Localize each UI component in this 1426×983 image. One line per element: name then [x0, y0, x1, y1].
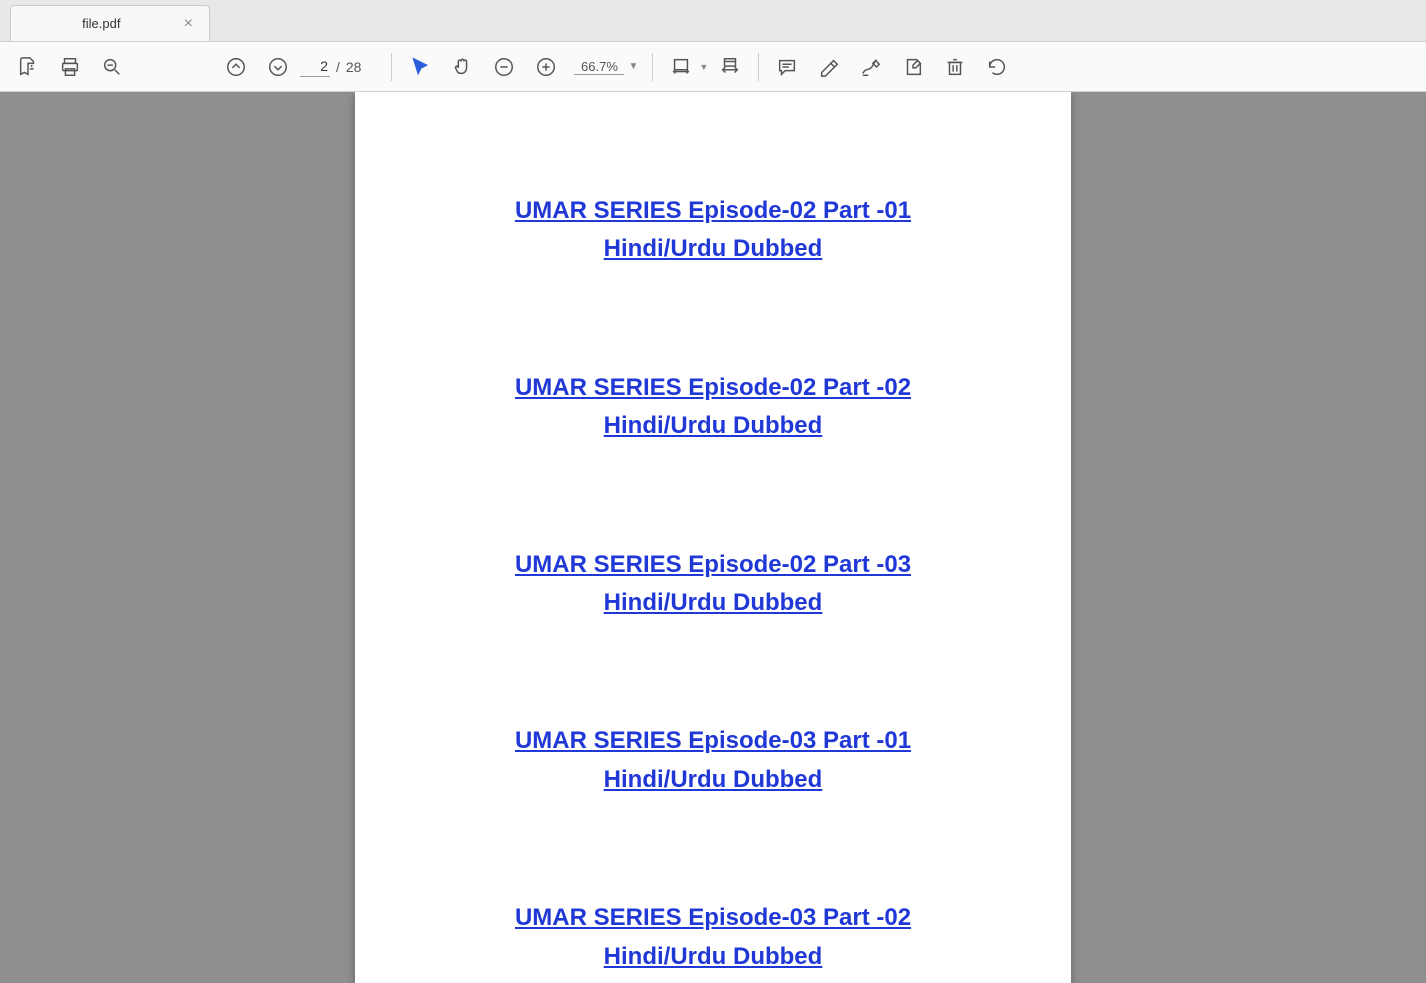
page-number-input[interactable]: [300, 56, 330, 77]
link-item: UMAR SERIES Episode-03 Part -01 Hindi/Ur…: [395, 722, 1031, 799]
reflow-icon[interactable]: [710, 47, 750, 87]
document-link[interactable]: UMAR SERIES Episode-03 Part -01 Hindi/Ur…: [515, 727, 911, 792]
link-line2: Hindi/Urdu Dubbed: [604, 766, 823, 793]
document-link[interactable]: UMAR SERIES Episode-02 Part -02 Hindi/Ur…: [515, 374, 911, 439]
divider: [652, 53, 653, 81]
hand-pan-icon[interactable]: [442, 47, 482, 87]
text-edit-icon[interactable]: [893, 47, 933, 87]
pdf-page: UMAR SERIES Episode-02 Part -01 Hindi/Ur…: [355, 92, 1071, 983]
link-line1: UMAR SERIES Episode-02 Part -03: [515, 551, 911, 578]
link-item: UMAR SERIES Episode-02 Part -02 Hindi/Ur…: [395, 369, 1031, 446]
chevron-down-icon[interactable]: ▼: [628, 61, 638, 72]
page-separator: /: [336, 59, 340, 75]
link-line1: UMAR SERIES Episode-03 Part -01: [515, 727, 911, 754]
print-icon[interactable]: [50, 47, 90, 87]
zoom-value: 66.7%: [574, 59, 624, 75]
link-line1: UMAR SERIES Episode-03 Part -02: [515, 904, 911, 931]
document-tab[interactable]: file.pdf ×: [10, 5, 210, 41]
document-link[interactable]: UMAR SERIES Episode-03 Part -02 Hindi/Ur…: [515, 904, 911, 969]
document-link[interactable]: UMAR SERIES Episode-02 Part -01 Hindi/Ur…: [515, 197, 911, 262]
page-total: 28: [346, 59, 362, 75]
next-page-icon[interactable]: [258, 47, 298, 87]
zoom-out-icon[interactable]: [484, 47, 524, 87]
find-icon[interactable]: [92, 47, 132, 87]
draw-icon[interactable]: [851, 47, 891, 87]
link-line1: UMAR SERIES Episode-02 Part -01: [515, 197, 911, 224]
link-line2: Hindi/Urdu Dubbed: [604, 412, 823, 439]
comment-icon[interactable]: [767, 47, 807, 87]
rotate-icon[interactable]: [977, 47, 1017, 87]
prev-page-icon[interactable]: [216, 47, 256, 87]
save-icon[interactable]: [8, 47, 48, 87]
tab-title: file.pdf: [23, 16, 180, 31]
document-viewer[interactable]: UMAR SERIES Episode-02 Part -01 Hindi/Ur…: [0, 92, 1426, 983]
link-line2: Hindi/Urdu Dubbed: [604, 943, 823, 970]
zoom-in-icon[interactable]: [526, 47, 566, 87]
link-line2: Hindi/Urdu Dubbed: [604, 589, 823, 616]
select-cursor-icon[interactable]: [400, 47, 440, 87]
fit-width-icon[interactable]: [661, 47, 701, 87]
tab-bar: file.pdf ×: [0, 0, 1426, 42]
trash-icon[interactable]: [935, 47, 975, 87]
divider: [758, 53, 759, 81]
highlight-icon[interactable]: [809, 47, 849, 87]
close-icon[interactable]: ×: [180, 15, 197, 33]
link-line1: UMAR SERIES Episode-02 Part -02: [515, 374, 911, 401]
zoom-selector[interactable]: 66.7% ▼: [574, 59, 638, 75]
link-item: UMAR SERIES Episode-02 Part -03 Hindi/Ur…: [395, 546, 1031, 623]
fit-dropdown-icon[interactable]: ▼: [699, 62, 708, 72]
link-item: UMAR SERIES Episode-02 Part -01 Hindi/Ur…: [395, 192, 1031, 269]
toolbar: / 28 66.7% ▼ ▼: [0, 42, 1426, 92]
divider: [391, 53, 392, 81]
link-line2: Hindi/Urdu Dubbed: [604, 235, 823, 262]
document-link[interactable]: UMAR SERIES Episode-02 Part -03 Hindi/Ur…: [515, 551, 911, 616]
link-item: UMAR SERIES Episode-03 Part -02 Hindi/Ur…: [395, 899, 1031, 976]
